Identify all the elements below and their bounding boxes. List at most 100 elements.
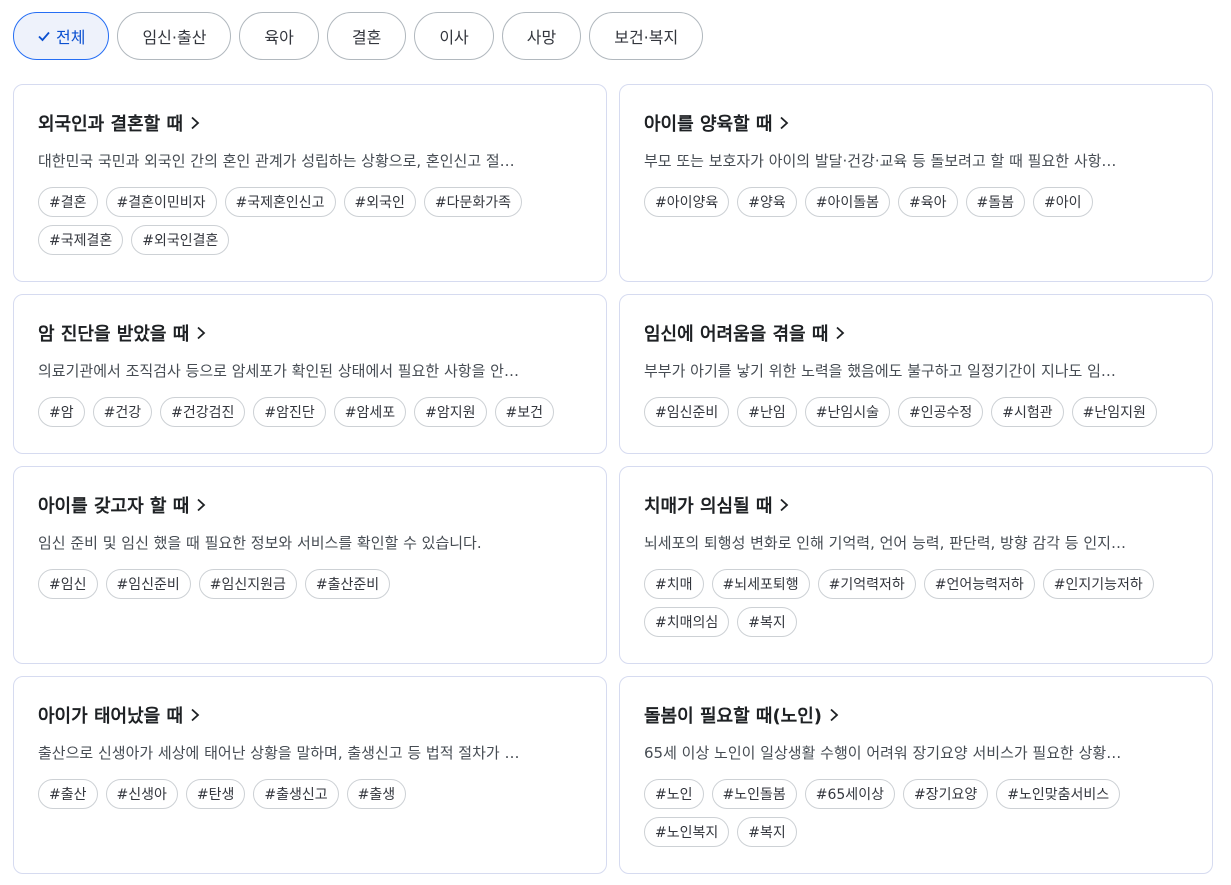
life-event-card[interactable]: 아이를 양육할 때부모 또는 보호자가 아이의 발달·건강·교육 등 돌보려고 … — [619, 84, 1213, 282]
card-title-link[interactable]: 암 진단을 받았을 때 — [38, 319, 582, 347]
card-tag-list: #출산 #신생아 #탄생 #출생신고 #출생 — [38, 779, 578, 809]
hashtag-chip[interactable]: #양육 — [737, 187, 797, 217]
hashtag-chip[interactable]: #기억력저하 — [817, 569, 916, 599]
filter-chip-label: 보건·복지 — [614, 28, 679, 47]
hashtag-chip[interactable]: #건강검진 — [160, 397, 246, 427]
filter-chip-health-welfare[interactable]: 보건·복지 — [589, 12, 704, 60]
card-title-link[interactable]: 돌봄이 필요할 때(노인) — [644, 701, 1188, 729]
hashtag-chip[interactable]: #아이 — [1033, 187, 1093, 217]
hashtag-chip[interactable]: #아이양육 — [644, 187, 730, 217]
card-title: 외국인과 결혼할 때 — [38, 114, 184, 135]
hashtag-chip[interactable]: #보건 — [494, 397, 555, 427]
card-tag-list: #임신준비 #난임 #난임시술 #인공수정 #시험관 #난임지원 — [644, 397, 1184, 427]
card-title-link[interactable]: 치매가 의심될 때 — [644, 491, 1188, 519]
card-tag-list: #치매 #뇌세포퇴행 #기억력저하 #언어능력저하 #인지기능저하 #치매의심 #복지 — [644, 569, 1184, 637]
card-tag-list: #아이양육 #양육 #아이돌봄 #육아 #돌봄 #아이 — [644, 187, 1184, 217]
life-event-card[interactable]: 외국인과 결혼할 때 대한민국 국민과 외국인 간의 혼인 관계가 성립하는 상황… — [13, 84, 607, 282]
hashtag-chip[interactable]: #임신준비 — [644, 397, 730, 427]
card-description: 뇌세포의 퇴행성 변화로 인해 기억력, 언어 능력, 판단력, 방향 감각 등… — [644, 534, 1126, 552]
hashtag-chip[interactable]: #건강 — [92, 397, 153, 427]
hashtag-chip[interactable]: #돌봄 — [965, 187, 1026, 217]
hashtag-chip[interactable]: #인공수정 — [898, 397, 984, 427]
card-description: 출산으로 신생아가 세상에 태어난 상황을 말하며, 출생신고 등 법적 절차가… — [38, 744, 520, 762]
hashtag-chip[interactable]: #결혼이민비자 — [105, 187, 217, 217]
card-title: 돌봄이 필요할 때(노인) — [644, 706, 823, 727]
chevron-right-icon — [191, 116, 200, 130]
hashtag-chip[interactable]: #출산준비 — [304, 569, 391, 599]
filter-chip-label: 전체 — [56, 28, 86, 47]
hashtag-chip[interactable]: #복지 — [737, 607, 797, 637]
hashtag-chip[interactable]: #난임지원 — [1071, 397, 1157, 427]
hashtag-chip[interactable]: #치매 — [644, 569, 704, 599]
hashtag-chip[interactable]: #복지 — [737, 817, 797, 847]
hashtag-chip[interactable]: #신생아 — [105, 779, 178, 809]
life-event-card[interactable]: 아이를 갖고자 할 때임신 준비 및 임신 했을 때 필요한 정보와 서비스를 … — [13, 466, 607, 664]
hashtag-chip[interactable]: #장기요양 — [902, 779, 989, 809]
hashtag-chip[interactable]: #노인 — [644, 779, 704, 809]
hashtag-chip[interactable]: #노인맞춤서비스 — [996, 779, 1121, 809]
chevron-right-icon — [197, 498, 206, 512]
hashtag-chip[interactable]: #출생신고 — [253, 779, 339, 809]
hashtag-chip[interactable]: #난임 — [737, 397, 797, 427]
hashtag-chip[interactable]: #임신지원금 — [198, 569, 297, 599]
hashtag-chip[interactable]: #다문화가족 — [423, 187, 523, 217]
hashtag-chip[interactable]: #외국인결혼 — [131, 225, 230, 255]
card-tag-list: #암 #건강 #건강검진 #암진단 #암세포 #암지원 #보건 — [38, 397, 578, 427]
filter-chip-marriage[interactable]: 결혼 — [326, 12, 407, 60]
card-title-link[interactable]: 아이를 갖고자 할 때 — [38, 491, 582, 519]
hashtag-chip[interactable]: #탄생 — [185, 779, 246, 809]
chevron-right-icon — [780, 498, 789, 512]
filter-chip-death[interactable]: 사망 — [501, 12, 582, 60]
hashtag-chip[interactable]: #임신 — [38, 569, 98, 599]
chevron-right-icon — [830, 708, 839, 722]
filter-chip-label: 사망 — [526, 28, 557, 47]
card-title-link[interactable]: 외국인과 결혼할 때 — [38, 109, 582, 137]
hashtag-chip[interactable]: #노인복지 — [644, 817, 730, 847]
card-tag-list: #결혼 #결혼이민비자 #국제혼인신고 #외국인 #다문화가족 #국제결혼 #외국인결혼 — [38, 187, 578, 255]
hashtag-chip[interactable]: #인지기능저하 — [1042, 569, 1154, 599]
life-event-card[interactable]: 임신에 어려움을 겪을 때 부부가 아기를 낳기 위한 노력을 했음에도 불구하고… — [619, 294, 1213, 454]
hashtag-chip[interactable]: #아이돌봄 — [804, 187, 891, 217]
hashtag-chip[interactable]: #암지원 — [414, 397, 487, 427]
hashtag-chip[interactable]: #뇌세포퇴행 — [711, 569, 810, 599]
filter-chip-label: 임신·출산 — [142, 28, 207, 47]
hashtag-chip[interactable]: #결혼 — [38, 187, 98, 217]
hashtag-chip[interactable]: #출산 — [38, 779, 98, 809]
hashtag-chip[interactable]: #암 — [38, 397, 85, 427]
chevron-right-icon — [836, 326, 845, 340]
filter-chip-label: 결혼 — [351, 28, 382, 47]
filter-chip-label: 이사 — [439, 28, 469, 47]
life-event-card[interactable]: 돌봄이 필요할 때(노인) 65세 이상 노인이 일상생활 수행이 어려워 장기요… — [619, 676, 1213, 874]
hashtag-chip[interactable]: #시험관 — [991, 397, 1064, 427]
card-title: 치매가 의심될 때 — [644, 496, 773, 517]
hashtag-chip[interactable]: #암진단 — [253, 397, 326, 427]
hashtag-chip[interactable]: #국제혼인신고 — [224, 187, 336, 217]
hashtag-chip[interactable]: #육아 — [898, 187, 958, 217]
filter-chip-all[interactable]: 전체 — [13, 12, 110, 60]
hashtag-chip[interactable]: #노인돌봄 — [711, 779, 797, 809]
hashtag-chip[interactable]: #외국인 — [343, 187, 416, 217]
life-event-card[interactable]: 치매가 의심될 때뇌세포의 퇴행성 변화로 인해 기억력, 언어 능력, 판단력… — [619, 466, 1213, 664]
hashtag-chip[interactable]: #국제결혼 — [38, 225, 124, 255]
filter-chip-parenting[interactable]: 육아 — [239, 12, 319, 60]
filter-chip-moving[interactable]: 이사 — [414, 12, 494, 60]
hashtag-chip[interactable]: #출생 — [346, 779, 407, 809]
card-title-link[interactable]: 아이가 태어났을 때 — [38, 701, 582, 729]
card-title: 아이를 양육할 때 — [644, 114, 773, 135]
hashtag-chip[interactable]: #치매의심 — [644, 607, 730, 637]
life-event-card[interactable]: 아이가 태어났을 때출산으로 신생아가 세상에 태어난 상황을 말하며, 출생신… — [13, 676, 607, 874]
card-description: 65세 이상 노인이 일상생활 수행이 어려워 장기요양 서비스가 필요한 상황… — [644, 744, 1122, 762]
hashtag-chip[interactable]: #65세이상 — [804, 779, 895, 809]
card-description: 부모 또는 보호자가 아이의 발달·건강·교육 등 돌보려고 할 때 필요한 사… — [644, 152, 1117, 170]
life-event-card[interactable]: 암 진단을 받았을 때 의료기관에서 조직검사 등으로 암세포가 확인된 상태에서… — [13, 294, 607, 454]
card-title-link[interactable]: 아이를 양육할 때 — [644, 109, 1188, 137]
card-description: 임신 준비 및 임신 했을 때 필요한 정보와 서비스를 확인할 수 있습니다. — [38, 534, 482, 552]
hashtag-chip[interactable]: #암세포 — [333, 397, 407, 427]
card-title: 아이를 갖고자 할 때 — [38, 496, 190, 517]
hashtag-chip[interactable]: #언어능력저하 — [923, 569, 1035, 599]
hashtag-chip[interactable]: #임신준비 — [105, 569, 191, 599]
card-title-link[interactable]: 임신에 어려움을 겪을 때 — [644, 319, 1188, 347]
check-icon — [38, 31, 50, 42]
filter-chip-pregnancy-birth[interactable]: 임신·출산 — [117, 12, 232, 60]
hashtag-chip[interactable]: #난임시술 — [804, 397, 891, 427]
